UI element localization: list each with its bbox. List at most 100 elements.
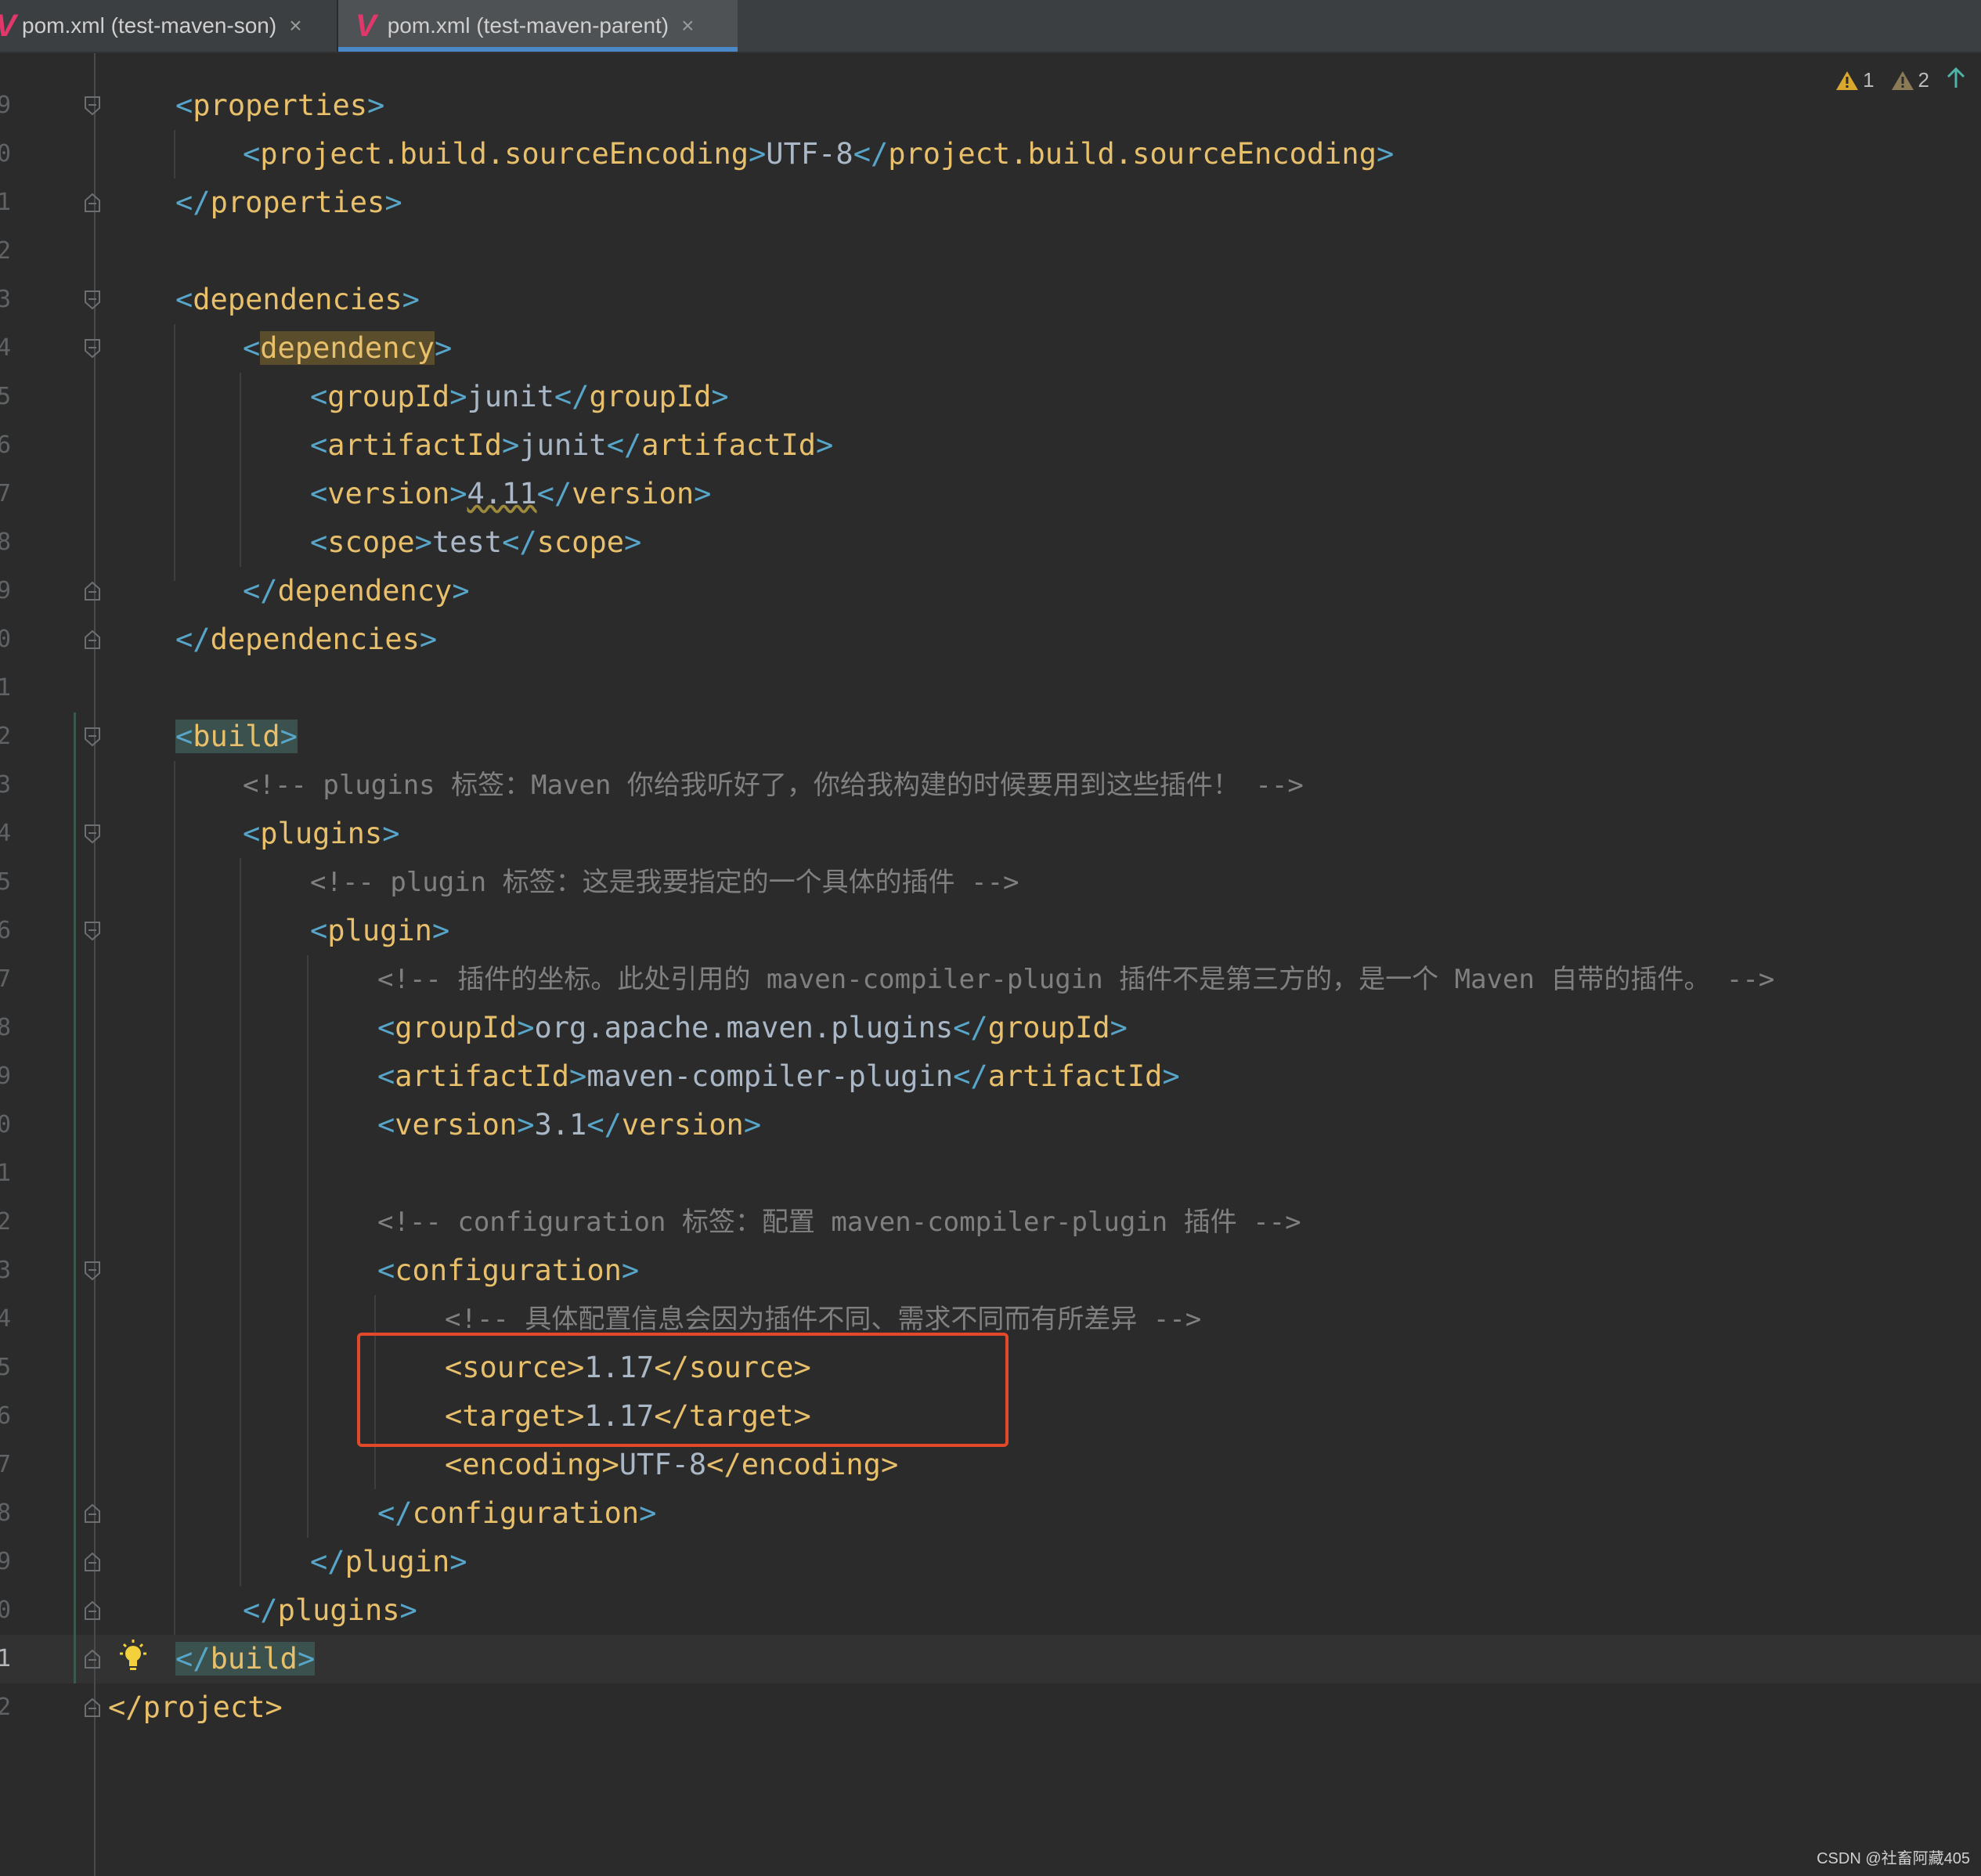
annotation-highlight-box	[357, 1333, 1009, 1447]
line-number: 2	[0, 1694, 12, 1721]
fold-close-icon[interactable]	[84, 1503, 101, 1524]
line-number: 5	[0, 868, 12, 896]
fold-close-icon[interactable]	[84, 1697, 101, 1718]
line-number: 3	[0, 1257, 12, 1284]
indent-guide	[240, 373, 241, 567]
code-comment-configuration[interactable]: <!-- configuration 标签：配置 maven-compiler-…	[377, 1198, 1301, 1246]
code-line-build-close[interactable]: </build>	[175, 1635, 316, 1683]
line-number: 9	[0, 92, 12, 119]
weak-warning-count[interactable]: 2	[1890, 68, 1929, 92]
fold-open-icon[interactable]	[84, 727, 101, 747]
line-number: 9	[0, 577, 12, 604]
line-number: 6	[0, 1402, 12, 1430]
line-number: 0	[0, 626, 12, 653]
fold-open-icon[interactable]	[84, 1261, 101, 1281]
fold-open-icon[interactable]	[84, 824, 101, 844]
indent-guide	[174, 324, 175, 581]
code-line-source-encoding[interactable]: <project.build.sourceEncoding>UTF-8</pro…	[243, 130, 1394, 179]
fold-open-icon[interactable]	[84, 96, 101, 116]
line-number: 6	[0, 431, 12, 459]
maven-file-icon: V	[0, 10, 16, 41]
line-number: 9	[0, 1548, 12, 1575]
tab-pom-test-maven-parent[interactable]: V pom.xml (test-maven-parent) ×	[338, 0, 738, 52]
weak-warning-icon	[1891, 70, 1914, 90]
code-comment-plugin[interactable]: <!-- plugin 标签：这是我要指定的一个具体的插件 -->	[310, 858, 1019, 907]
line-number: 0	[0, 1596, 12, 1624]
line-number: 4	[0, 1305, 12, 1333]
code-line-plugin-artifactid[interactable]: <artifactId>maven-compiler-plugin</artif…	[377, 1052, 1180, 1101]
maven-file-icon: V	[355, 9, 377, 43]
line-number: 6	[0, 917, 12, 944]
tab-label: pom.xml (test-maven-parent)	[387, 13, 669, 38]
tab-pom-test-maven-son[interactable]: V pom.xml (test-maven-son) ×	[0, 0, 337, 52]
line-number: 0	[0, 140, 12, 168]
fold-close-icon[interactable]	[84, 193, 101, 213]
code-line-plugin-groupid[interactable]: <groupId>org.apache.maven.plugins</group…	[377, 1004, 1128, 1052]
code-line-dependencies-open[interactable]: <dependencies>	[175, 276, 420, 324]
line-number: 4	[0, 820, 12, 847]
code-line-plugin-open[interactable]: <plugin>	[310, 907, 449, 955]
warning-count[interactable]: 1	[1835, 68, 1875, 92]
line-number-current: 1	[0, 1645, 12, 1672]
fold-close-icon[interactable]	[84, 581, 101, 601]
code-line-dependencies-close[interactable]: </dependencies>	[175, 615, 437, 664]
line-number: 7	[0, 965, 12, 993]
fold-close-icon[interactable]	[84, 630, 101, 650]
indent-guide	[240, 858, 241, 1586]
line-number: 1	[0, 189, 12, 216]
code-line-encoding[interactable]: <encoding>UTF-8</encoding>	[445, 1441, 898, 1489]
code-line-scope[interactable]: <scope>test</scope>	[310, 518, 641, 567]
watermark: CSDN @社畜阿藏405	[1817, 1850, 1970, 1867]
line-number: 0	[0, 1111, 12, 1138]
line-number: 4	[0, 334, 12, 362]
code-line-artifactid[interactable]: <artifactId>junit</artifactId>	[310, 421, 833, 470]
arrow-up-icon[interactable]	[1945, 66, 1967, 95]
code-line-plugins-close[interactable]: </plugins>	[243, 1586, 417, 1635]
close-icon[interactable]: ×	[681, 13, 694, 38]
line-number: 8	[0, 1014, 12, 1041]
code-line-configuration-close[interactable]: </configuration>	[377, 1489, 656, 1538]
vcs-change-marker[interactable]	[74, 713, 76, 1683]
line-number: 2	[0, 1208, 12, 1236]
code-line-properties-close[interactable]: </properties>	[175, 179, 402, 227]
fold-open-icon[interactable]	[84, 338, 101, 359]
code-line-version[interactable]: <version>4.11</version>	[310, 470, 711, 518]
code-line-groupid[interactable]: <groupId>junit</groupId>	[310, 373, 729, 421]
code-line-plugins-open[interactable]: <plugins>	[243, 810, 400, 858]
code-line-dependency-open[interactable]: <dependency>	[243, 324, 452, 373]
code-line-dependency-close[interactable]: </dependency>	[243, 567, 470, 615]
warning-icon	[1836, 70, 1859, 90]
lightbulb-icon[interactable]	[117, 1638, 149, 1677]
line-number: 5	[0, 383, 12, 410]
tab-label: pom.xml (test-maven-son)	[22, 13, 277, 38]
line-number: 9	[0, 1062, 12, 1090]
fold-close-icon[interactable]	[84, 1600, 101, 1621]
code-line-configuration-open[interactable]: <configuration>	[377, 1246, 639, 1295]
line-number: 8	[0, 1499, 12, 1527]
close-icon[interactable]: ×	[289, 13, 301, 38]
indent-guide	[174, 761, 175, 1635]
inspection-widget[interactable]: 1 2	[1835, 66, 1967, 95]
line-number: 2	[0, 723, 12, 750]
code-line-properties-open[interactable]: <properties>	[175, 81, 384, 130]
line-number: 3	[0, 286, 12, 313]
line-number: 8	[0, 529, 12, 556]
fold-open-icon[interactable]	[84, 921, 101, 941]
editor-tab-bar: V pom.xml (test-maven-son) × V pom.xml (…	[0, 0, 1981, 53]
line-number: 7	[0, 1451, 12, 1478]
code-line-build-open[interactable]: <build>	[175, 713, 298, 761]
line-number: 2	[0, 237, 12, 265]
fold-open-icon[interactable]	[84, 290, 101, 310]
indent-guide	[307, 955, 309, 1538]
code-line-plugin-version[interactable]: <version>3.1</version>	[377, 1101, 761, 1149]
code-comment-plugins[interactable]: <!-- plugins 标签：Maven 你给我听好了，你给我构建的时候要用到…	[243, 761, 1304, 810]
line-number: 5	[0, 1354, 12, 1381]
code-comment-coordinates[interactable]: <!-- 插件的坐标。此处引用的 maven-compiler-plugin 插…	[377, 955, 1774, 1004]
fold-close-icon[interactable]	[84, 1552, 101, 1572]
code-line-project-close[interactable]: </project>	[108, 1683, 283, 1732]
version-value-warning: 4.11	[467, 477, 537, 510]
fold-close-icon[interactable]	[84, 1649, 101, 1669]
code-line-plugin-close[interactable]: </plugin>	[310, 1538, 467, 1586]
line-number: 7	[0, 480, 12, 507]
indent-guide	[174, 130, 175, 179]
